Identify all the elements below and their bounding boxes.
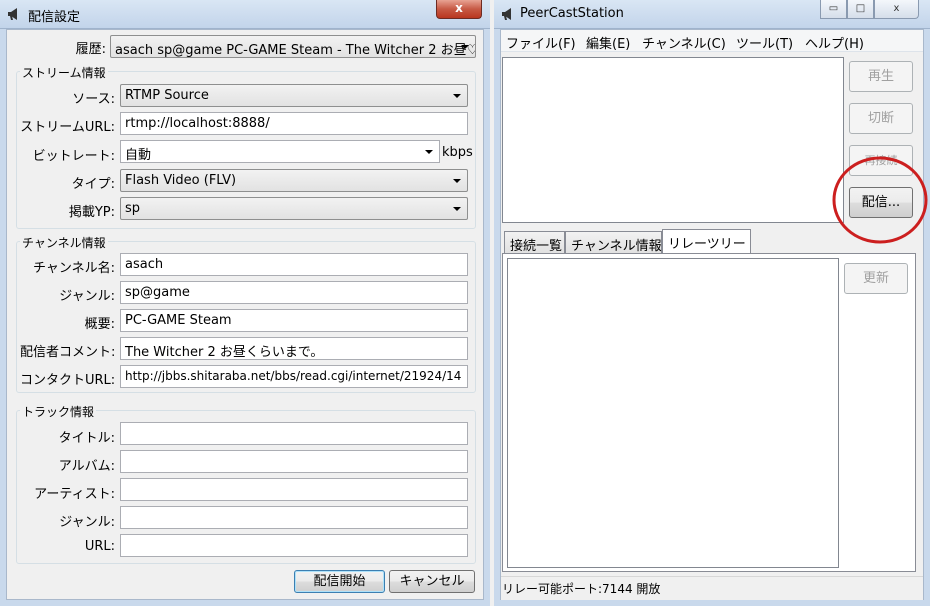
- track-artist-label: アーティスト:: [34, 487, 115, 502]
- chevron-down-icon: [453, 207, 461, 211]
- type-value: Flash Video (FLV): [125, 173, 237, 188]
- peercaststation-window: PeerCastStation ▭ □ x ファイル(F) 編集(E) チャンネ…: [494, 0, 930, 606]
- contact-url-input[interactable]: http://jbbs.shitaraba.net/bbs/read.cgi/i…: [120, 365, 468, 388]
- close-icon: x: [893, 3, 900, 14]
- play-button[interactable]: 再生: [849, 61, 913, 92]
- track-group-label: トラック情報: [20, 403, 97, 420]
- yp-combo[interactable]: sp: [120, 197, 468, 220]
- type-combo[interactable]: Flash Video (FLV): [120, 169, 468, 192]
- cancel-button[interactable]: キャンセル: [389, 570, 475, 593]
- source-combo[interactable]: RTMP Source: [120, 84, 468, 107]
- channel-name-label: チャンネル名:: [33, 261, 115, 276]
- history-combo[interactable]: asach sp@game PC-GAME Steam - The Witche…: [110, 35, 476, 58]
- maximize-button[interactable]: □: [847, 0, 874, 19]
- close-button[interactable]: x: [436, 0, 482, 19]
- genre-input[interactable]: sp@game: [120, 281, 468, 304]
- minimize-button[interactable]: ▭: [820, 0, 847, 19]
- channel-list[interactable]: [502, 57, 844, 223]
- channel-name-input[interactable]: asach: [120, 253, 468, 276]
- broadcast-settings-window: 配信設定 x 履歴: asach sp@game PC-GAME Steam -…: [0, 0, 490, 606]
- menu-tools[interactable]: ツール(T): [736, 33, 793, 52]
- tab-channel-info[interactable]: チャンネル情報: [565, 231, 662, 254]
- summary-input[interactable]: PC-GAME Steam: [120, 309, 468, 332]
- tab-relay-tree[interactable]: リレーツリー: [662, 229, 751, 253]
- chevron-down-icon: [453, 179, 461, 183]
- summary-label: 概要:: [84, 317, 115, 332]
- maximize-icon: □: [855, 3, 866, 14]
- chevron-down-icon: [425, 150, 433, 154]
- disconnect-button[interactable]: 切断: [849, 103, 913, 134]
- status-text: リレー可能ポート:7144 開放: [502, 582, 661, 596]
- title-bar[interactable]: PeerCastStation ▭ □ x: [494, 0, 930, 29]
- bitrate-label: ビットレート:: [32, 149, 115, 164]
- menu-edit[interactable]: 編集(E): [586, 33, 630, 52]
- menu-file[interactable]: ファイル(F): [506, 33, 576, 52]
- minimize-icon: ▭: [828, 3, 839, 14]
- megaphone-icon: [502, 8, 511, 20]
- menu-help[interactable]: ヘルプ(H): [805, 33, 864, 52]
- source-label: ソース:: [72, 92, 115, 107]
- megaphone-icon: [8, 8, 17, 20]
- window-title: PeerCastStation: [520, 6, 624, 21]
- track-artist-input[interactable]: [120, 478, 468, 501]
- track-url-label: URL:: [84, 539, 115, 554]
- track-url-input[interactable]: [120, 534, 468, 557]
- track-album-input[interactable]: [120, 450, 468, 473]
- title-bar[interactable]: 配信設定 x: [0, 0, 490, 29]
- track-title-input[interactable]: [120, 422, 468, 445]
- chevron-down-icon: [461, 45, 469, 49]
- chevron-down-icon: [453, 94, 461, 98]
- bitrate-unit: kbps: [442, 145, 473, 160]
- history-value: asach sp@game PC-GAME Steam - The Witche…: [115, 43, 476, 58]
- contact-url-label: コンタクトURL:: [20, 373, 116, 388]
- menu-channel[interactable]: チャンネル(C): [642, 33, 726, 52]
- stream-group-label: ストリーム情報: [20, 64, 108, 81]
- stream-url-input[interactable]: rtmp://localhost:8888/: [120, 112, 468, 135]
- start-broadcast-button[interactable]: 配信開始: [294, 570, 385, 593]
- annotation-ellipse: [832, 156, 928, 244]
- track-genre-label: ジャンル:: [59, 515, 115, 530]
- close-button[interactable]: x: [874, 0, 919, 19]
- source-value: RTMP Source: [125, 88, 209, 103]
- type-label: タイプ:: [71, 177, 115, 192]
- yp-value: sp: [125, 201, 141, 216]
- annotation-circle: [832, 156, 928, 244]
- window-title: 配信設定: [28, 10, 81, 25]
- track-title-label: タイトル:: [58, 431, 115, 446]
- channel-group-label: チャンネル情報: [20, 234, 108, 251]
- comment-input[interactable]: The Witcher 2 お昼くらいまで。: [120, 337, 468, 360]
- genre-label: ジャンル:: [59, 289, 115, 304]
- tab-connections[interactable]: 接続一覧: [504, 231, 565, 254]
- track-album-label: アルバム:: [58, 459, 115, 474]
- bitrate-combo[interactable]: 自動: [120, 140, 440, 163]
- update-button[interactable]: 更新: [844, 263, 908, 294]
- history-label: 履歴:: [75, 42, 106, 57]
- comment-label: 配信者コメント:: [20, 345, 116, 360]
- yp-label: 掲載YP:: [68, 205, 115, 220]
- track-genre-input[interactable]: [120, 506, 468, 529]
- close-icon: x: [455, 1, 463, 15]
- bitrate-value: 自動: [125, 148, 152, 163]
- relay-tree-view[interactable]: [507, 258, 839, 568]
- stream-url-label: ストリームURL:: [20, 120, 115, 135]
